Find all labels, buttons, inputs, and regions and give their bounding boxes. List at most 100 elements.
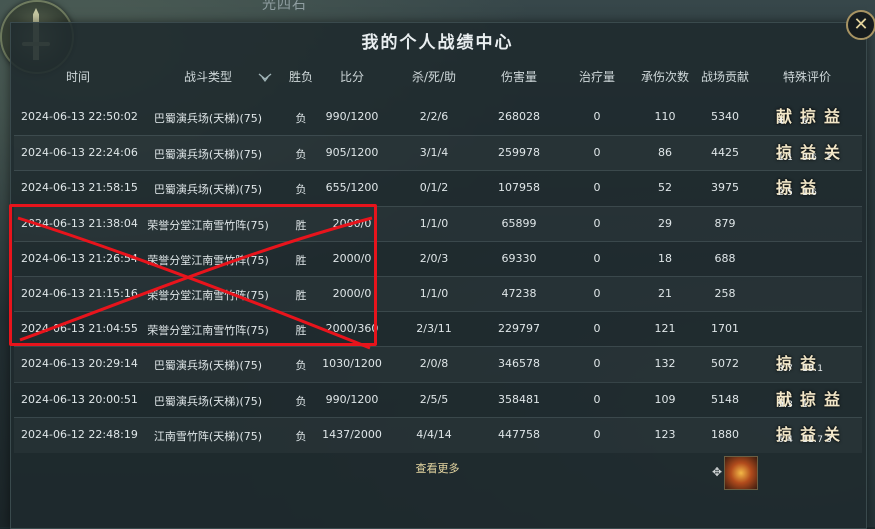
table-row[interactable]: 2024-06-13 20:00:51 巴蜀演兵场(天梯)(75) 负 990/120… <box>14 381 862 419</box>
cell-type: 巴蜀演兵场(天梯)(75) <box>153 148 263 162</box>
special-evals[interactable]: 掠 1.1 益 3.6 关 1 <box>768 138 858 172</box>
cell-kda: 4/4/14 <box>416 427 452 441</box>
cell-damage: 229797 <box>498 322 540 336</box>
cell-damage: 268028 <box>498 110 540 123</box>
cell-result: 负 <box>295 394 307 408</box>
close-button[interactable]: ✕ <box>846 10 875 40</box>
cell-result: 负 <box>295 112 307 125</box>
cell-time: 2024-06-13 21:58:15 <box>21 181 138 195</box>
cell-damage: 47238 <box>501 287 537 300</box>
header-kda: 杀/死/助 <box>411 70 457 84</box>
move-icon[interactable]: ✥ <box>710 465 724 479</box>
table-row[interactable]: 2024-06-13 22:24:06 巴蜀演兵场(天梯)(75) 负 905/120… <box>14 135 862 171</box>
cell-heal: 0 <box>593 146 601 160</box>
cell-kda: 2/0/3 <box>419 251 449 265</box>
cell-damage: 447758 <box>498 427 540 441</box>
cell-score: 1030/1200 <box>322 357 382 371</box>
cell-contrib: 879 <box>714 216 736 230</box>
cell-type: 巴蜀演兵场(天梯)(75) <box>153 394 263 408</box>
header-taken: 承伤次数 <box>640 70 690 84</box>
cell-heal: 0 <box>593 216 601 230</box>
special-evals[interactable]: 掠 3.7 益 13.1 <box>768 349 858 383</box>
top-name-label: 光四石 <box>262 0 307 13</box>
header-damage: 伤害量 <box>500 70 538 84</box>
header-score: 比分 <box>339 70 365 84</box>
header-type: 战斗类型 <box>183 70 233 84</box>
cell-damage: 358481 <box>498 392 540 406</box>
cell-kda: 1/1/0 <box>419 216 449 230</box>
cell-time: 2024-06-13 22:24:06 <box>21 146 138 160</box>
cell-contrib: 688 <box>714 251 736 265</box>
cell-result: 负 <box>295 148 307 162</box>
cell-taken: 29 <box>658 216 672 230</box>
filter-chevron-icon[interactable] <box>258 72 272 84</box>
cell-taken: 121 <box>654 322 676 336</box>
cell-heal: 0 <box>593 110 601 123</box>
cell-contrib: 5072 <box>711 357 739 371</box>
cell-heal: 0 <box>593 322 601 336</box>
cell-heal: 0 <box>593 287 601 300</box>
cell-kda: 2/0/8 <box>419 357 449 371</box>
cell-heal: 0 <box>593 357 601 371</box>
cell-type: 巴蜀演兵场(天梯)(75) <box>153 359 263 373</box>
cell-contrib: 3975 <box>711 181 739 195</box>
cell-time: 2024-06-13 22:50:02 <box>21 110 138 123</box>
page-title: 我的个人战绩中心 <box>361 33 514 53</box>
cell-type: 巴蜀演兵场(天梯)(75) <box>153 112 263 125</box>
header-contrib: 战场贡献 <box>700 70 750 84</box>
cell-contrib: 5148 <box>711 392 739 406</box>
table-row[interactable]: 2024-06-13 20:29:14 巴蜀演兵场(天梯)(75) 负 1030/12… <box>14 346 862 382</box>
table-row[interactable]: 2024-06-13 22:50:02 巴蜀演兵场(天梯)(75) 负 990/120… <box>14 100 862 135</box>
cell-time: 2024-06-13 20:00:51 <box>21 392 138 406</box>
cell-heal: 0 <box>593 251 601 265</box>
cell-kda: 2/2/6 <box>419 110 449 123</box>
cell-contrib: 1880 <box>711 427 739 441</box>
cell-score: 1437/2000 <box>322 427 382 441</box>
cell-damage: 346578 <box>498 357 540 371</box>
cell-contrib: 1701 <box>711 322 739 336</box>
cell-kda: 3/1/4 <box>419 146 449 160</box>
special-evals[interactable]: 献4掠6益 <box>768 102 858 136</box>
cell-taken: 110 <box>654 110 676 123</box>
cell-heal: 0 <box>593 181 601 195</box>
special-evals[interactable]: 掠 2.5 益 1.6 <box>768 173 858 207</box>
cell-taken: 109 <box>654 392 676 406</box>
header-evals: 特殊评价 <box>782 70 832 84</box>
cell-taken: 132 <box>654 357 676 371</box>
close-icon: ✕ <box>853 14 869 35</box>
special-evals[interactable]: 掠 6.4 益 11.7 关 3 <box>768 420 858 454</box>
special-evals[interactable]: 献 9.3 掠 1 益 <box>768 385 858 419</box>
cell-score: 905/1200 <box>325 146 379 160</box>
cell-taken: 86 <box>658 146 672 160</box>
cell-damage: 69330 <box>501 251 537 265</box>
cell-time: 2024-06-12 22:48:19 <box>21 427 138 441</box>
cell-damage: 259978 <box>498 146 540 160</box>
eval-value: 3 <box>826 434 833 445</box>
cell-result: 负 <box>295 359 307 373</box>
cell-kda: 2/5/5 <box>419 392 449 406</box>
cell-score: 655/1200 <box>325 181 379 195</box>
table-row[interactable]: 2024-06-13 21:58:15 巴蜀演兵场(天梯)(75) 负 655/120… <box>14 170 862 206</box>
header-result: 胜负 <box>288 70 314 84</box>
eval-value: 13.1 <box>802 364 824 375</box>
skill-slot-icon[interactable] <box>724 456 758 490</box>
cell-contrib: 4425 <box>711 146 739 160</box>
cell-damage: 65899 <box>501 216 537 230</box>
cell-contrib: 258 <box>714 287 736 300</box>
cell-score: 990/1200 <box>325 392 379 406</box>
cell-taken: 21 <box>658 287 672 300</box>
cell-result: 负 <box>295 183 307 197</box>
cell-type: 江南雪竹阵(天梯)(75) <box>153 429 263 443</box>
cell-kda: 0/1/2 <box>419 181 449 195</box>
cell-type: 巴蜀演兵场(天梯)(75) <box>153 183 263 197</box>
table-row[interactable]: 2024-06-12 22:48:19 江南雪竹阵(天梯)(75) 负 1437/20… <box>14 416 862 454</box>
eval-badge-icon: 益 <box>823 107 840 126</box>
cell-contrib: 5340 <box>711 110 739 123</box>
annotation-red-box <box>9 204 377 346</box>
cell-heal: 0 <box>593 427 601 441</box>
header-heal: 治疗量 <box>578 70 616 84</box>
cell-kda: 1/1/0 <box>419 287 449 300</box>
cell-damage: 107958 <box>498 181 540 195</box>
table-header: 时间 战斗类型 胜负 比分 杀/死/助 伤害量 治疗量 承伤次数 战场贡献 特殊… <box>0 68 875 90</box>
eval-value: 1.6 <box>802 188 818 199</box>
